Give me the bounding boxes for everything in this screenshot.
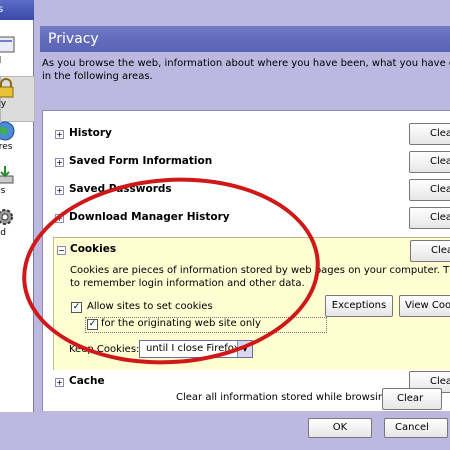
expand-icon[interactable]: + xyxy=(55,130,64,139)
item-label: History xyxy=(69,127,112,139)
cancel-button[interactable]: Cancel xyxy=(384,418,448,438)
category-advanced[interactable]: nced xyxy=(0,206,33,250)
chevron-down-icon: ▼ xyxy=(237,341,252,357)
page-title: Privacy xyxy=(40,26,450,52)
category-label: eral xyxy=(0,56,1,66)
clear-cookies-button[interactable]: Clear xyxy=(410,240,450,262)
item-label: Cache xyxy=(69,375,105,387)
keep-cookies-value: until I close Firefox xyxy=(146,343,240,354)
item-download-manager-history: + Download Manager History Clear xyxy=(43,205,450,233)
privacy-intro: As you browse the web, information about… xyxy=(42,57,450,83)
item-saved-form-information: + Saved Form Information Clear xyxy=(43,149,450,177)
expand-icon[interactable]: + xyxy=(55,378,64,387)
item-history: + History Clear xyxy=(43,121,450,149)
lock-icon xyxy=(0,78,14,98)
item-label: Download Manager History xyxy=(69,211,230,223)
expand-icon[interactable]: + xyxy=(55,186,64,195)
allow-cookies-label: Allow sites to set cookies xyxy=(87,301,213,312)
item-label: Saved Passwords xyxy=(69,183,172,195)
item-label: Saved Form Information xyxy=(69,155,213,167)
category-panel: s eral vacy atures oads nced xyxy=(0,0,35,412)
category-label: oads xyxy=(0,186,6,196)
category-label: atures xyxy=(0,142,13,152)
clear-all-button[interactable]: Clear xyxy=(382,388,442,410)
privacy-item-list: + History Clear + Saved Form Information… xyxy=(42,110,450,411)
web-features-icon xyxy=(0,121,15,141)
exceptions-button[interactable]: Exceptions xyxy=(325,295,393,317)
category-web-features[interactable]: atures xyxy=(0,120,33,164)
item-saved-passwords: + Saved Passwords Clear xyxy=(43,177,450,205)
cookies-title: Cookies xyxy=(70,243,117,255)
downloads-icon xyxy=(0,166,14,184)
privacy-pane: Privacy As you browse the web, informati… xyxy=(40,26,450,450)
clear-passwords-button[interactable]: Clear xyxy=(409,179,450,201)
category-label: nced xyxy=(0,228,6,238)
originating-site-label: for the originating web site only xyxy=(101,318,261,329)
general-icon xyxy=(0,36,15,53)
category-downloads[interactable]: oads xyxy=(0,164,33,208)
keep-cookies-label: Keep Cookies: xyxy=(69,344,140,355)
clear-download-history-button[interactable]: Clear xyxy=(409,207,450,229)
collapse-icon[interactable]: − xyxy=(57,246,66,255)
category-privacy[interactable]: vacy xyxy=(0,76,35,122)
cookies-description: Cookies are pieces of information stored… xyxy=(70,264,450,290)
originating-site-checkbox[interactable]: ✓ xyxy=(87,319,98,330)
clear-history-button[interactable]: Clear xyxy=(409,123,450,145)
expand-icon[interactable]: + xyxy=(55,214,64,223)
ok-button[interactable]: OK xyxy=(308,418,372,438)
cookies-desc-line-1: Cookies are pieces of information stored… xyxy=(70,265,450,276)
intro-line-1: As you browse the web, information about… xyxy=(42,58,450,69)
intro-line-2: in the following areas. xyxy=(42,71,153,82)
view-cookies-button[interactable]: View Cookies xyxy=(399,295,450,317)
clear-all-label: Clear all information stored while brows… xyxy=(176,392,394,403)
expand-icon[interactable]: + xyxy=(55,158,64,167)
keep-cookies-select[interactable]: until I close Firefox ▼ xyxy=(139,340,253,358)
allow-cookies-checkbox[interactable]: ✓ xyxy=(71,302,82,313)
cookies-desc-line-2: to remember login information and other … xyxy=(70,278,305,289)
clear-form-info-button[interactable]: Clear xyxy=(409,151,450,173)
options-title-fragment: s xyxy=(0,0,34,20)
category-general[interactable]: eral xyxy=(0,34,33,78)
category-label: vacy xyxy=(0,99,7,109)
advanced-gear-icon xyxy=(0,209,13,225)
